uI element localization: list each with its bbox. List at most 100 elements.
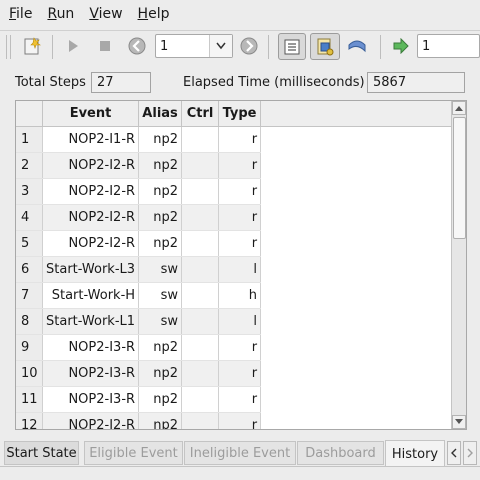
event-cell: NOP2-I1-R — [42, 126, 140, 153]
event-cell: Start-Work-L3 — [42, 256, 140, 283]
step-count-value: 1 — [422, 38, 431, 54]
step-forward-button[interactable] — [238, 31, 260, 61]
alias-cell: np2 — [138, 334, 183, 361]
menu-help[interactable]: Help — [129, 6, 176, 22]
row-number-cell: 4 — [16, 204, 43, 231]
type-cell: l — [218, 256, 262, 283]
event-cell: NOP2-I3-R — [42, 360, 140, 387]
table-body: 1 NOP2-I1-R np2 r 2 NOP2-I2-R np2 r 3 NOP2-I2-R np… — [16, 126, 262, 429]
column-header-event[interactable]: Event — [42, 101, 140, 127]
new-simulation-button[interactable] — [20, 31, 44, 61]
event-cell: NOP2-I2-R — [42, 178, 140, 205]
table-row[interactable]: 1 NOP2-I1-R np2 r — [16, 126, 262, 153]
row-number-cell: 5 — [16, 230, 43, 257]
ctrl-cell — [181, 360, 220, 387]
type-cell: r — [218, 178, 262, 205]
column-header-ctrl[interactable]: Ctrl — [181, 101, 220, 127]
diagram-view-toggle[interactable] — [310, 33, 340, 60]
toolbar-separator — [380, 35, 381, 59]
table-row[interactable]: 9 NOP2-I3-R np2 r — [16, 334, 262, 361]
table-row[interactable]: 3 NOP2-I2-R np2 r — [16, 178, 262, 205]
type-cell: r — [218, 230, 262, 257]
header-filler — [259, 101, 452, 127]
step-count-field[interactable]: 1 — [417, 34, 480, 58]
table-row[interactable]: 11 NOP2-I3-R np2 r — [16, 386, 262, 413]
menu-run[interactable]: Run — [38, 6, 80, 22]
list-view-toggle[interactable] — [278, 33, 306, 60]
row-number-cell: 9 — [16, 334, 43, 361]
event-cell: NOP2-I3-R — [42, 386, 140, 413]
type-cell: r — [218, 412, 262, 429]
event-cell: NOP2-I2-R — [42, 230, 140, 257]
step-combo[interactable]: 1 — [155, 34, 233, 58]
table-row[interactable]: 8 Start-Work-L1 sw l — [16, 308, 262, 335]
alias-cell: sw — [138, 282, 183, 309]
menu-file[interactable]: File — [0, 6, 38, 22]
table-row[interactable]: 12 NOP2-I2-R np2 r — [16, 412, 262, 429]
table-header: Event Alias Ctrl Type — [16, 101, 262, 127]
row-number-cell: 2 — [16, 152, 43, 179]
table-row[interactable]: 7 Start-Work-H sw h — [16, 282, 262, 309]
event-cell: NOP2-I3-R — [42, 334, 140, 361]
scrollbar-thumb[interactable] — [453, 117, 466, 239]
tab-ineligible-event[interactable]: Ineligible Event — [184, 441, 296, 465]
history-table: Event Alias Ctrl Type 1 NOP2-I1-R np2 r 2 NOP… — [15, 100, 467, 430]
tab-dashboard[interactable]: Dashboard — [297, 441, 384, 465]
row-number-cell: 6 — [16, 256, 43, 283]
scroll-down-icon[interactable] — [452, 415, 466, 429]
tab-eligible-event[interactable]: Eligible Event — [84, 441, 183, 465]
table-row[interactable]: 2 NOP2-I2-R np2 r — [16, 152, 262, 179]
tab-scroll-left-icon[interactable] — [447, 441, 461, 465]
column-header-alias[interactable]: Alias — [138, 101, 183, 127]
table-row[interactable]: 5 NOP2-I2-R np2 r — [16, 230, 262, 257]
alias-cell: np2 — [138, 386, 183, 413]
run-button[interactable] — [62, 31, 84, 61]
tab-scroll-right-icon[interactable] — [463, 441, 477, 465]
toolbar-separator — [52, 35, 53, 59]
event-cell: Start-Work-L1 — [42, 308, 140, 335]
scroll-up-icon[interactable] — [452, 101, 466, 115]
stop-icon — [100, 41, 110, 51]
row-number-cell: 10 — [16, 360, 43, 387]
tab-start-state[interactable]: Start State — [4, 441, 79, 465]
list-icon — [284, 39, 300, 54]
history-grid: Event Alias Ctrl Type 1 NOP2-I1-R np2 r 2 NOP… — [16, 101, 262, 429]
type-cell: r — [218, 126, 262, 153]
event-cell: NOP2-I2-R — [42, 412, 140, 429]
table-row[interactable]: 4 NOP2-I2-R np2 r — [16, 204, 262, 231]
toolbar-grip — [10, 35, 11, 59]
back-arrow-icon — [128, 37, 146, 55]
column-header-type[interactable]: Type — [218, 101, 262, 127]
row-number-cell: 11 — [16, 386, 43, 413]
alias-cell: sw — [138, 256, 183, 283]
row-number-cell: 3 — [16, 178, 43, 205]
table-row[interactable]: 10 NOP2-I3-R np2 r — [16, 360, 262, 387]
elapsed-time-value: 5867 — [367, 72, 465, 93]
green-arrow-icon — [393, 38, 409, 54]
vertical-scrollbar[interactable] — [451, 101, 466, 429]
undo-icon — [348, 40, 366, 53]
alias-cell: np2 — [138, 412, 183, 429]
ctrl-cell — [181, 230, 220, 257]
menu-view[interactable]: View — [80, 6, 128, 22]
alias-cell: np2 — [138, 204, 183, 231]
undo-button[interactable] — [344, 31, 370, 61]
ctrl-cell — [181, 308, 220, 335]
tab-history[interactable]: History — [385, 440, 445, 467]
table-row[interactable]: 6 Start-Work-L3 sw l — [16, 256, 262, 283]
ctrl-cell — [181, 386, 220, 413]
alias-cell: np2 — [138, 178, 183, 205]
toolbar-grip — [6, 35, 7, 59]
row-number-cell: 8 — [16, 308, 43, 335]
go-button[interactable] — [390, 31, 412, 61]
step-back-button[interactable] — [126, 31, 148, 61]
type-cell: r — [218, 386, 262, 413]
column-header-index[interactable] — [16, 101, 43, 127]
chevron-down-icon[interactable] — [209, 35, 232, 57]
alias-cell: np2 — [138, 152, 183, 179]
stop-button[interactable] — [94, 31, 116, 61]
tab-pane-border — [0, 466, 480, 467]
ctrl-cell — [181, 282, 220, 309]
summary-row: Total Steps 27 Elapsed Time (millisecond… — [0, 70, 480, 98]
ctrl-cell — [181, 178, 220, 205]
